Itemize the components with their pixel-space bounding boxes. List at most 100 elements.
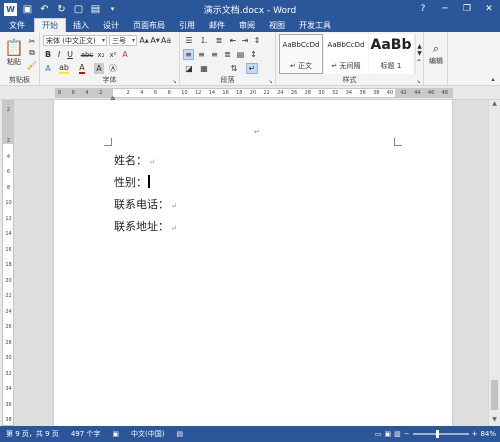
ruler-tick-label: 32 [5, 370, 12, 377]
zoom-level[interactable]: 84% [480, 430, 496, 438]
paste-button[interactable]: 📋 粘贴 [3, 34, 25, 70]
tab-review[interactable]: 审阅 [232, 18, 262, 32]
style-heading-1[interactable]: AaBb 标题 1 [369, 34, 413, 74]
bullets-icon[interactable]: ☰ [183, 35, 195, 46]
tab-developer[interactable]: 开发工具 [292, 18, 338, 32]
close-button[interactable]: ✕ [478, 0, 500, 18]
document-page[interactable]: ↵ 姓名： ↵ 性别： 联系电话： ↵ 联系地址： ↵ [54, 100, 452, 426]
italic-button[interactable]: I [54, 49, 64, 60]
print-preview-icon[interactable]: ▤ [89, 3, 102, 16]
char-shading-icon[interactable]: A [94, 63, 104, 74]
tab-view[interactable]: 视图 [262, 18, 292, 32]
vertical-scrollbar[interactable]: ▲ ▼ [488, 100, 500, 426]
language[interactable]: 中文(中国) [125, 429, 170, 439]
align-center-icon[interactable]: ≡ [196, 49, 207, 60]
clear-formatting-icon[interactable]: A [120, 49, 130, 60]
format-painter-icon[interactable]: 🖌 [27, 60, 37, 70]
help-button[interactable]: ? [412, 0, 434, 18]
styles-group-label: 样式 [342, 76, 357, 84]
align-left-icon[interactable]: ≡ [183, 49, 194, 60]
font-size-combo[interactable]: 三号 ▾ [109, 35, 137, 46]
save-icon[interactable]: ▣ [21, 3, 34, 16]
numbering-icon[interactable]: ⒈ [198, 35, 210, 46]
doc-line-gender[interactable]: 性别： [114, 174, 150, 190]
text-effects-icon[interactable]: A [43, 63, 53, 74]
vertical-ruler[interactable]: 2 2 4 6 8 10 12 14 16 18 20 22 24 26 28 30 32 34 36 38 [2, 100, 14, 426]
sort-icon[interactable]: ⇅ [228, 63, 240, 74]
tab-references[interactable]: 引用 [172, 18, 202, 32]
tab-page-layout[interactable]: 页面布局 [126, 18, 172, 32]
scroll-thumb[interactable] [491, 380, 498, 410]
zoom-knob[interactable] [436, 430, 440, 438]
scroll-up-icon[interactable]: ▲ [489, 100, 500, 110]
align-right-icon[interactable]: ≡ [209, 49, 220, 60]
doc-line-name[interactable]: 姓名： ↵ [114, 152, 155, 168]
editing-button[interactable]: ⌕ 编辑 [426, 36, 446, 72]
underline-button[interactable]: U [65, 49, 75, 60]
tab-insert[interactable]: 插入 [66, 18, 96, 32]
proofing-icon[interactable]: ▣ [106, 430, 125, 438]
style-normal[interactable]: AaBbCcDd ↵ 正文 [279, 34, 323, 74]
decrease-indent-icon[interactable]: ⇤ [228, 35, 238, 46]
macro-icon[interactable]: ▤ [171, 430, 190, 438]
change-case-icon[interactable]: Aa [161, 35, 171, 46]
tab-file[interactable]: 文件 [0, 18, 34, 32]
scroll-down-icon[interactable]: ▼ [489, 416, 500, 426]
font-color-icon[interactable]: A [76, 63, 88, 74]
zoom-in-icon[interactable]: + [472, 430, 478, 438]
zoom-slider[interactable] [412, 430, 469, 438]
enclose-char-icon[interactable]: Ⓐ [108, 63, 118, 74]
ruler-tick-label: 34 [345, 90, 353, 96]
distributed-icon[interactable]: ▤ [235, 49, 246, 60]
word-icon[interactable]: W [4, 2, 17, 16]
increase-indent-icon[interactable]: ⇥ [240, 35, 250, 46]
shrink-font-icon[interactable]: A ▼ [150, 35, 160, 46]
chinese-layout-icon[interactable]: ⇕ [252, 35, 262, 46]
collapse-ribbon-icon[interactable]: ▴ [489, 75, 497, 83]
superscript-button[interactable]: x² [108, 49, 118, 60]
restore-button[interactable]: ❐ [456, 0, 478, 18]
highlight-icon[interactable]: ab [58, 63, 70, 74]
font-name-combo[interactable]: 宋体 (中文正文) ▾ [43, 35, 107, 46]
dialog-launcher-icon[interactable]: ↘ [267, 78, 274, 85]
read-mode-icon[interactable]: ▭ [375, 430, 382, 438]
borders-icon[interactable]: ▦ [198, 63, 210, 74]
print-layout-icon[interactable]: ▣ [384, 430, 391, 438]
bold-button[interactable]: B [43, 49, 53, 60]
subscript-button[interactable]: x₂ [96, 49, 106, 60]
ruler-tick-label: 40 [386, 90, 394, 96]
document-canvas[interactable]: ↵ 姓名： ↵ 性别： 联系电话： ↵ 联系地址： ↵ [14, 100, 488, 426]
minimize-button[interactable]: ─ [434, 0, 456, 18]
ruler-tick-label: 42 [400, 90, 407, 96]
horizontal-ruler[interactable]: 8 6 4 2 2 4 6 8 10 12 14 16 18 20 22 24 26 28 30 32 34 36 38 40… [0, 86, 500, 102]
doc-line-phone[interactable]: 联系电话： ↵ [114, 196, 177, 212]
multilevel-list-icon[interactable]: ≣ [213, 35, 225, 46]
cut-icon[interactable]: ✂ [27, 36, 37, 46]
page-count[interactable]: 第 9 页，共 9 页 [0, 429, 65, 439]
tab-design[interactable]: 设计 [96, 18, 126, 32]
doc-line-address[interactable]: 联系地址： ↵ [114, 218, 177, 234]
copy-icon[interactable]: ⧉ [27, 48, 37, 58]
style-no-spacing[interactable]: AaBbCcDd ↵ 无间隔 [324, 34, 368, 74]
customize-qa-icon[interactable]: ▾ [106, 3, 119, 16]
tab-home[interactable]: 开始 [34, 18, 66, 32]
justify-icon[interactable]: ≣ [222, 49, 233, 60]
new-doc-icon[interactable]: ▢ [72, 3, 85, 16]
shading-icon[interactable]: ◪ [183, 63, 195, 74]
redo-icon[interactable]: ↻ [55, 3, 68, 16]
dialog-launcher-icon[interactable]: ↘ [415, 78, 422, 85]
undo-icon[interactable]: ↶ [38, 3, 51, 16]
zoom-out-icon[interactable]: − [404, 430, 410, 438]
show-marks-icon[interactable]: ↵ [246, 63, 258, 74]
dialog-launcher-icon[interactable]: ↘ [171, 78, 178, 85]
strikethrough-button[interactable]: abc [80, 49, 94, 60]
styles-scroll-icon[interactable]: ▲ ▼ ⩡ [415, 34, 423, 74]
line-spacing-icon[interactable]: ↕ [248, 49, 259, 60]
tab-mailings[interactable]: 邮件 [202, 18, 232, 32]
word-count[interactable]: 497 个字 [65, 429, 107, 439]
grow-font-icon[interactable]: A ▲ [139, 35, 149, 46]
ruler-tick-label: 36 [359, 90, 366, 96]
ruler-tick-label: 18 [5, 262, 12, 268]
ruler-tick-label: 4 [140, 90, 144, 96]
web-layout-icon[interactable]: ▥ [394, 430, 401, 438]
